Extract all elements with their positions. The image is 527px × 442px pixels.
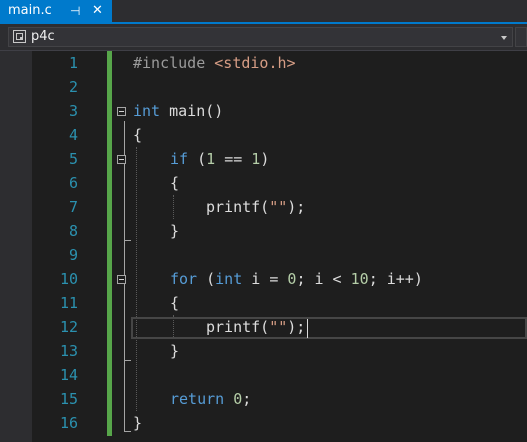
line-number: 12 xyxy=(59,318,78,336)
line-number: 6 xyxy=(68,174,78,192)
code-line: 8 } xyxy=(0,219,527,243)
tab-strip: main.c ⊣ ✕ xyxy=(0,0,527,24)
line-text[interactable]: return 0; xyxy=(170,387,251,411)
code-line: 5 if (1 == 1) xyxy=(0,147,527,171)
line-number: 9 xyxy=(68,246,78,264)
line-number: 3 xyxy=(68,102,78,120)
line-text[interactable]: if (1 == 1) xyxy=(170,147,269,171)
line-number: 14 xyxy=(59,366,78,384)
line-text[interactable]: } xyxy=(170,339,179,363)
line-text[interactable]: { xyxy=(133,123,142,147)
close-icon[interactable]: ✕ xyxy=(92,0,103,22)
line-number: 15 xyxy=(59,390,78,408)
line-text[interactable]: int main() xyxy=(133,99,223,123)
code-line: 7 printf(""); xyxy=(0,195,527,219)
tab-title: main.c xyxy=(8,3,52,18)
tab-main-c[interactable]: main.c ⊣ ✕ xyxy=(0,0,112,22)
line-number: 4 xyxy=(68,126,78,144)
line-number: 7 xyxy=(68,198,78,216)
code-line: 2 xyxy=(0,75,527,99)
code-line: 4 { xyxy=(0,123,527,147)
line-text[interactable]: } xyxy=(133,411,142,435)
line-text[interactable]: { xyxy=(170,291,179,315)
line-number: 10 xyxy=(59,270,78,288)
line-text[interactable]: printf(""); xyxy=(206,195,305,219)
code-editor[interactable]: 1 #include <stdio.h> 2 3 int main() 4 { … xyxy=(0,51,527,442)
code-line: 1 #include <stdio.h> xyxy=(0,51,527,75)
line-text[interactable]: } xyxy=(170,219,179,243)
code-line: 15 return 0; xyxy=(0,387,527,411)
project-dropdown[interactable]: p4c xyxy=(8,27,513,47)
line-number: 1 xyxy=(68,54,78,72)
code-line: 16 } xyxy=(0,411,527,435)
code-line: 13 } xyxy=(0,339,527,363)
code-line: 12 printf(""); xyxy=(0,315,527,339)
line-number: 5 xyxy=(68,150,78,168)
line-number: 16 xyxy=(59,414,78,432)
line-number: 8 xyxy=(68,222,78,240)
code-line: 11 { xyxy=(0,291,527,315)
line-number: 11 xyxy=(59,294,78,312)
line-text[interactable]: for (int i = 0; i < 10; i++) xyxy=(170,267,423,291)
code-line: 9 xyxy=(0,243,527,267)
code-line: 14 xyxy=(0,363,527,387)
line-number: 13 xyxy=(59,342,78,360)
pin-icon[interactable]: ⊣ xyxy=(70,0,80,22)
line-text[interactable]: printf(""); xyxy=(206,315,305,339)
code-line: 6 { xyxy=(0,171,527,195)
navigation-bar: p4c xyxy=(0,24,527,51)
project-label: p4c xyxy=(31,29,55,44)
chevron-down-icon[interactable] xyxy=(501,36,507,40)
member-dropdown[interactable] xyxy=(515,27,527,47)
project-icon xyxy=(13,30,26,43)
code-line: 3 int main() xyxy=(0,99,527,123)
text-caret xyxy=(307,319,308,338)
line-text[interactable]: { xyxy=(170,171,179,195)
code-line: 10 for (int i = 0; i < 10; i++) xyxy=(0,267,527,291)
line-text[interactable]: #include <stdio.h> xyxy=(133,51,296,75)
line-number: 2 xyxy=(68,78,78,96)
